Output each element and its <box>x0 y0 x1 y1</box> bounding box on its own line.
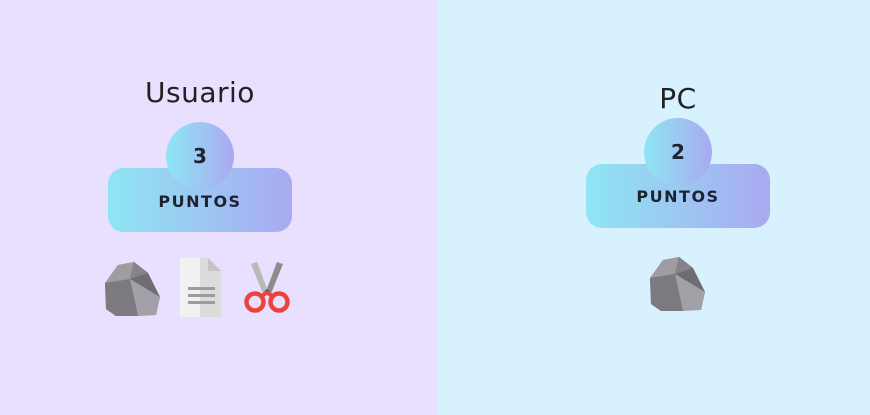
choice-scissors-button[interactable] <box>243 262 291 314</box>
pc-panel: PC PUNTOS 2 <box>438 0 870 415</box>
rock-icon <box>104 259 162 317</box>
user-name: Usuario <box>145 76 255 109</box>
user-panel: Usuario PUNTOS 3 <box>0 0 438 415</box>
choice-paper-button[interactable] <box>180 258 222 318</box>
pc-points-label: PUNTOS <box>636 187 720 206</box>
pc-score-badge: 2 <box>644 118 712 186</box>
scissors-icon <box>243 262 291 314</box>
pc-choice-rock <box>649 254 707 312</box>
paper-icon <box>180 258 222 318</box>
user-score-badge: 3 <box>166 122 234 190</box>
choice-rock-button[interactable] <box>104 259 162 317</box>
user-points-label: PUNTOS <box>158 192 242 211</box>
rock-icon <box>649 254 707 312</box>
pc-name: PC <box>659 82 697 115</box>
game-board: Usuario PUNTOS 3 PC PUNTOS 2 <box>0 0 870 415</box>
